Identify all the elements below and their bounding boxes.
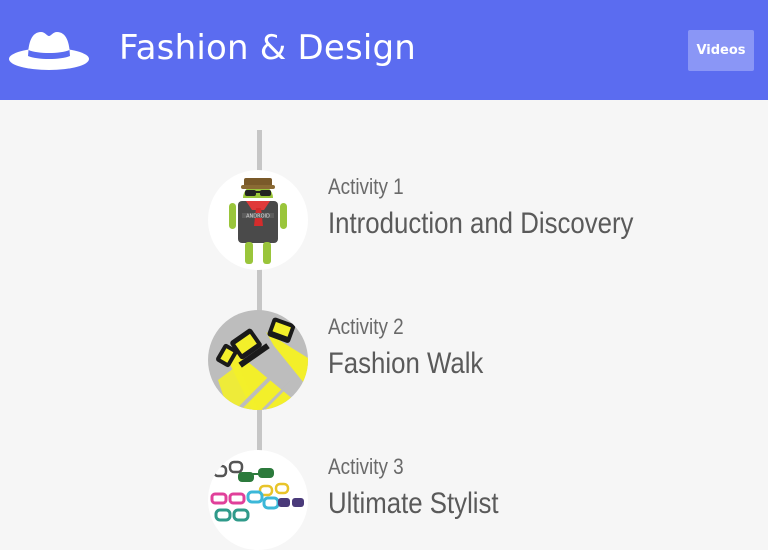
hat-icon [9, 32, 89, 70]
activity-thumbnail-2 [208, 310, 308, 410]
activity-number: Activity 2 [328, 314, 404, 339]
videos-button[interactable]: Videos [688, 30, 754, 71]
activity-item-3[interactable]: Activity 3 Ultimate Stylist [208, 450, 668, 550]
activity-item-1[interactable]: ANDROID Activity 1 Introduction and Disc… [208, 170, 668, 270]
activity-name: Ultimate Stylist [328, 487, 499, 520]
svg-text:ANDROID: ANDROID [246, 214, 270, 220]
activity-name: Fashion Walk [328, 347, 484, 380]
activity-number: Activity 1 [328, 174, 404, 199]
android-robot-icon: ANDROID [208, 170, 308, 270]
runway-spotlight-icon [208, 310, 308, 410]
app-title: Fashion & Design [119, 28, 417, 68]
activity-thumbnail-1: ANDROID [208, 170, 308, 270]
activity-name: Introduction and Discovery [328, 207, 634, 240]
activity-thumbnail-3 [208, 450, 308, 550]
activity-item-2[interactable]: Activity 2 Fashion Walk [208, 310, 668, 410]
activity-number: Activity 3 [328, 454, 404, 479]
app-header: Fashion & Design Videos [0, 0, 768, 100]
sunglasses-collage-icon [208, 450, 308, 550]
